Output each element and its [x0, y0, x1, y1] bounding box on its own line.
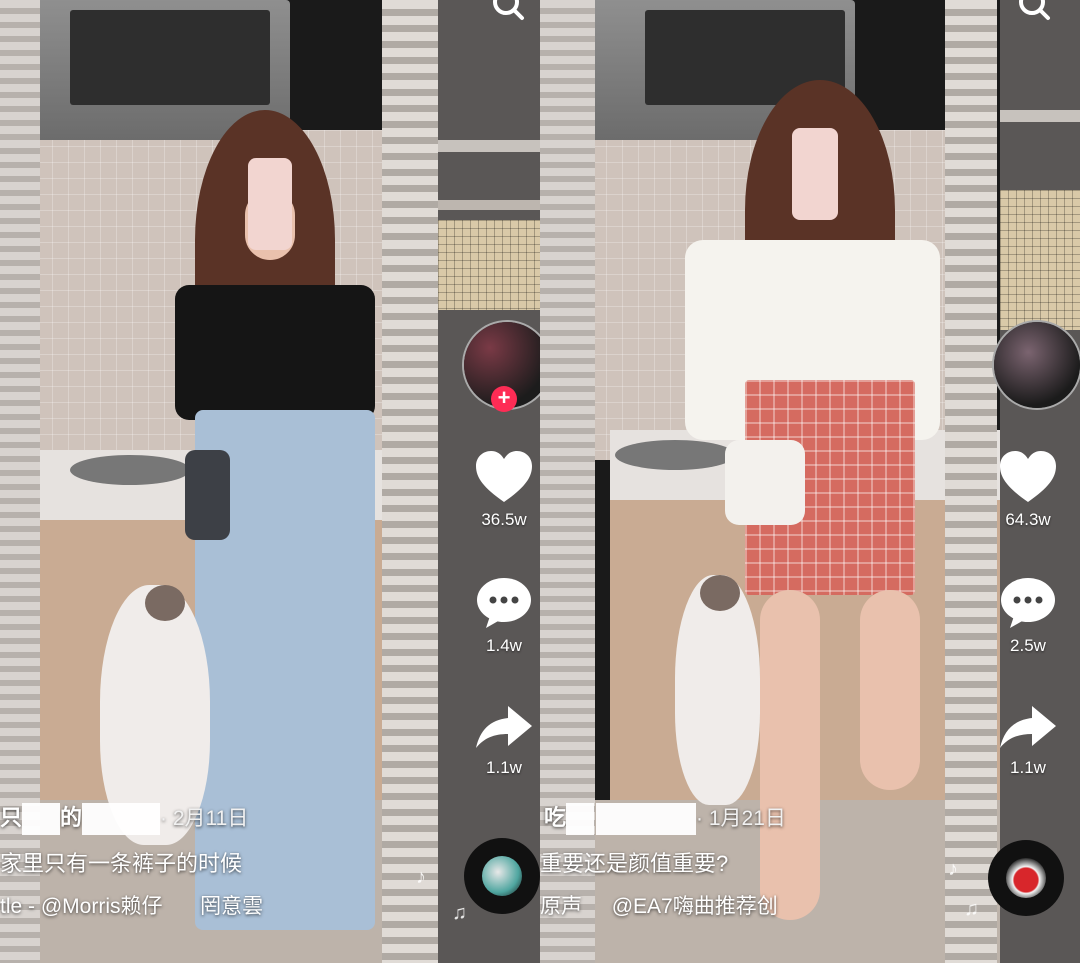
video-panel-left[interactable]: + 36.5w 1.4w 1.1w ♪ ♫ 只 的 · 2月11日 家里只有一条裤子…	[0, 0, 540, 963]
music-extra: @EA7嗨曲推荐创	[611, 895, 778, 918]
post-date: · 2月11日	[160, 807, 249, 830]
username-mid: 的	[60, 805, 83, 830]
comment-button[interactable]: 2.5w	[988, 576, 1068, 656]
video-description: 家里只有一条裤子的时候	[0, 851, 243, 876]
comment-icon	[1001, 578, 1055, 628]
music-note-icon: ♪	[948, 858, 958, 880]
music-note-icon: ♫	[964, 898, 979, 920]
like-button[interactable]: 64.3w	[988, 450, 1068, 530]
search-icon[interactable]	[490, 0, 528, 24]
share-count: 1.1w	[1010, 758, 1046, 777]
follow-plus-icon[interactable]: +	[491, 386, 517, 412]
music-title[interactable]: tle - @Morris赖仔 罔意雲	[0, 890, 263, 920]
comment-icon	[477, 578, 531, 628]
creator-avatar[interactable]	[992, 320, 1080, 410]
username-line[interactable]: 只 的 · 2月11日	[0, 800, 249, 836]
share-button[interactable]: 1.1w	[988, 702, 1068, 778]
music-note-icon: ♪	[416, 866, 426, 888]
username-line[interactable]: 吃 · 1月21日	[544, 800, 786, 836]
music-name: tle - @Morris赖仔	[0, 895, 163, 918]
video-description: 重要还是颜值重要?	[540, 851, 729, 876]
music-extra: 罔意雲	[200, 895, 264, 918]
music-disc-icon[interactable]	[988, 840, 1064, 916]
music-title[interactable]: 原声 @EA7嗨曲推荐创	[540, 890, 778, 920]
share-icon	[476, 706, 532, 748]
search-icon[interactable]	[1016, 0, 1054, 24]
username-mask	[596, 803, 697, 836]
username-mask	[566, 803, 595, 836]
like-count: 64.3w	[1005, 510, 1051, 529]
username-prefix: 只	[0, 805, 23, 830]
like-button[interactable]: 36.5w	[464, 450, 540, 530]
post-date: · 1月21日	[696, 807, 786, 830]
video-panel-right[interactable]: 64.3w 2.5w 1.1w ♪ ♫ 吃 · 1月21日 重要还是颜值重要? 原…	[540, 0, 1080, 963]
music-disc-icon[interactable]	[464, 838, 540, 914]
music-name: 原声	[540, 895, 582, 918]
heart-icon	[476, 451, 532, 502]
video-caption: 吃 · 1月21日	[544, 800, 786, 836]
like-count: 36.5w	[481, 510, 527, 529]
share-count: 1.1w	[486, 758, 522, 777]
comment-button[interactable]: 1.4w	[464, 576, 540, 656]
username-prefix: 吃	[544, 805, 567, 830]
username-mask	[22, 803, 61, 836]
video-caption: 只 的 · 2月11日	[0, 800, 249, 836]
username-mask	[82, 803, 161, 836]
share-icon	[1000, 706, 1056, 748]
music-note-icon: ♫	[452, 902, 467, 924]
share-button[interactable]: 1.1w	[464, 702, 540, 778]
comment-count: 1.4w	[486, 636, 522, 655]
heart-icon	[1000, 451, 1056, 502]
comment-count: 2.5w	[1010, 636, 1046, 655]
